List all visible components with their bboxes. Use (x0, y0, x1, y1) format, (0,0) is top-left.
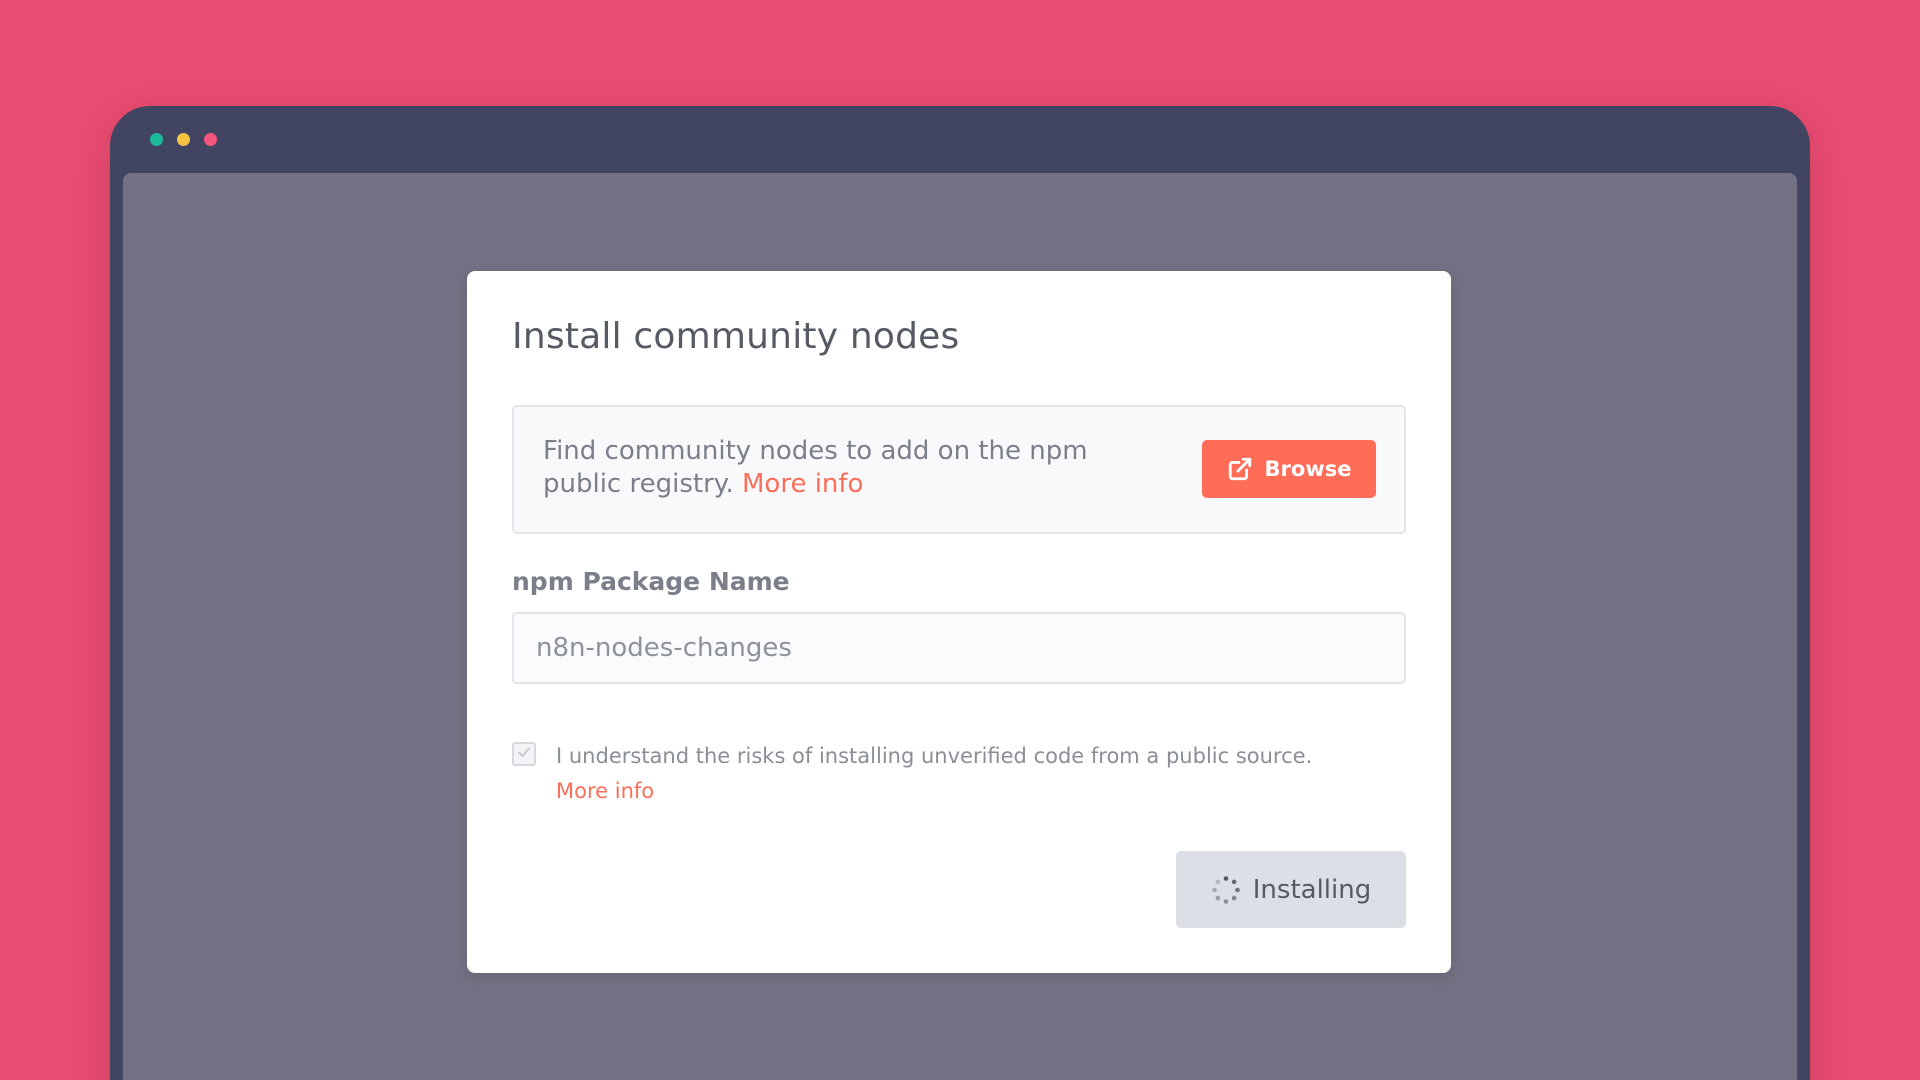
install-button[interactable]: Installing (1176, 851, 1406, 928)
external-link-icon (1227, 456, 1253, 482)
window-controls (150, 133, 217, 146)
risk-acknowledgement-checkbox[interactable] (512, 742, 536, 766)
info-text-block: Find community nodes to add on the npm p… (543, 435, 1143, 501)
checkmark-icon (516, 744, 532, 764)
browse-button-label: Browse (1264, 457, 1352, 481)
info-more-info-link[interactable]: More info (742, 469, 863, 499)
modal-title: Install community nodes (512, 316, 960, 357)
window-close-dot[interactable] (150, 133, 163, 146)
browse-button[interactable]: Browse (1202, 440, 1376, 498)
risk-acknowledgement-label: I understand the risks of installing unv… (556, 744, 1313, 768)
spinner-icon (1211, 875, 1241, 905)
install-button-label: Installing (1252, 874, 1372, 905)
package-name-label: npm Package Name (512, 567, 790, 596)
install-community-nodes-modal: Install community nodes Find community n… (467, 271, 1451, 973)
window-maximize-dot[interactable] (204, 133, 217, 146)
risk-more-info-link[interactable]: More info (556, 774, 654, 808)
window-minimize-dot[interactable] (177, 133, 190, 146)
package-name-input[interactable] (512, 612, 1406, 684)
npm-registry-info-box: Find community nodes to add on the npm p… (512, 405, 1406, 534)
